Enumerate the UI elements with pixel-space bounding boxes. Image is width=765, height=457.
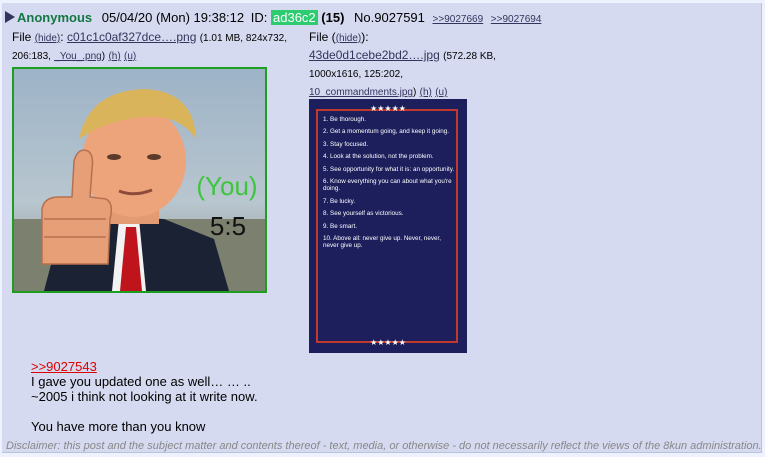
quote-link[interactable]: >>9027543	[31, 359, 258, 374]
rule-9: 9. Be smart.	[323, 222, 357, 230]
thumbs-up-photo: (You) 5:5	[14, 69, 265, 291]
body-line-1: I gave you updated one as well… … ..	[31, 374, 251, 389]
file-u-link[interactable]: (u)	[124, 51, 136, 62]
image-thumbnail-2[interactable]: ★★★★★ 1. Be thorough. 2. Get a momentum …	[309, 99, 467, 353]
poster-id-label: ID:	[250, 10, 268, 25]
rule-1: 1. Be thorough.	[323, 116, 367, 123]
post-menu-arrow-icon[interactable]	[5, 11, 15, 23]
file-name-link[interactable]: 43de0d1cebe2bd2….jpg	[309, 48, 440, 62]
rule-10: 10. Above all: never give up. Never, nev…	[323, 235, 441, 250]
rule-2: 2. Get a momentum going, and keep it goi…	[323, 128, 450, 136]
rule-4: 4. Look at the solution, not the problem…	[323, 153, 434, 161]
disclaimer: Disclaimer: this post and the subject ma…	[6, 440, 762, 452]
body-line-2: ~2005 i think not looking at it write no…	[31, 389, 258, 404]
poster-post-count: (15)	[321, 10, 345, 25]
hide-file-link[interactable]: (hide)	[336, 33, 362, 44]
stars-top-icon: ★★★★★	[370, 104, 406, 113]
hide-file-link[interactable]: (hide)	[35, 33, 61, 44]
image-score-text: 5:5	[210, 211, 246, 241]
image-you-text: (You)	[196, 171, 257, 201]
original-filename-link[interactable]: _You_.png	[54, 51, 101, 62]
backlink-1[interactable]: >>9027669	[433, 14, 484, 25]
file-label: File	[309, 30, 329, 44]
file-u-link[interactable]: (u)	[435, 87, 447, 98]
commandments-list: 1. Be thorough. 2. Get a momentum going,…	[323, 116, 455, 255]
poster-id[interactable]: ad36c2	[271, 10, 318, 25]
post-body: >>9027543 I gave you updated one as well…	[31, 359, 258, 434]
body-line-3	[31, 404, 258, 419]
backlink-2[interactable]: >>9027694	[491, 14, 542, 25]
image-thumbnail-1[interactable]: (You) 5:5	[12, 67, 267, 293]
poster-name: Anonymous	[17, 10, 93, 25]
file-label: File	[12, 30, 32, 44]
rule-3: 3. Stay focused.	[323, 140, 369, 148]
file-h-link[interactable]: (h)	[108, 51, 120, 62]
original-filename-link[interactable]: 10_commandments.jpg	[309, 87, 413, 98]
rule-8: 8. See yourself as victorious.	[323, 210, 404, 218]
rule-5: 5. See opportunity for what it is: an op…	[323, 165, 455, 173]
file-h-link[interactable]: (h)	[420, 87, 432, 98]
body-line-4: You have more than you know	[31, 419, 206, 434]
file-info-1: File (hide): c01c1c0af327dce….png (1.01 …	[12, 30, 287, 62]
rule-6: 6. Know everything you can about what yo…	[323, 178, 452, 193]
post-number[interactable]: No.9027591	[354, 10, 425, 25]
post-date: 05/04/20 (Mon) 19:38:12	[101, 10, 245, 25]
rule-7: 7. Be lucky.	[323, 197, 356, 205]
stars-bottom-icon: ★★★★★	[370, 338, 406, 347]
post: Anonymous 05/04/20 (Mon) 19:38:12 ID: ad…	[2, 3, 762, 453]
file-name-link[interactable]: c01c1c0af327dce….png	[67, 30, 196, 44]
file-info-2: File ((hide)): 43de0d1cebe2bd2….jpg (572…	[309, 30, 496, 98]
post-intro: Anonymous 05/04/20 (Mon) 19:38:12 ID: ad…	[5, 9, 541, 27]
